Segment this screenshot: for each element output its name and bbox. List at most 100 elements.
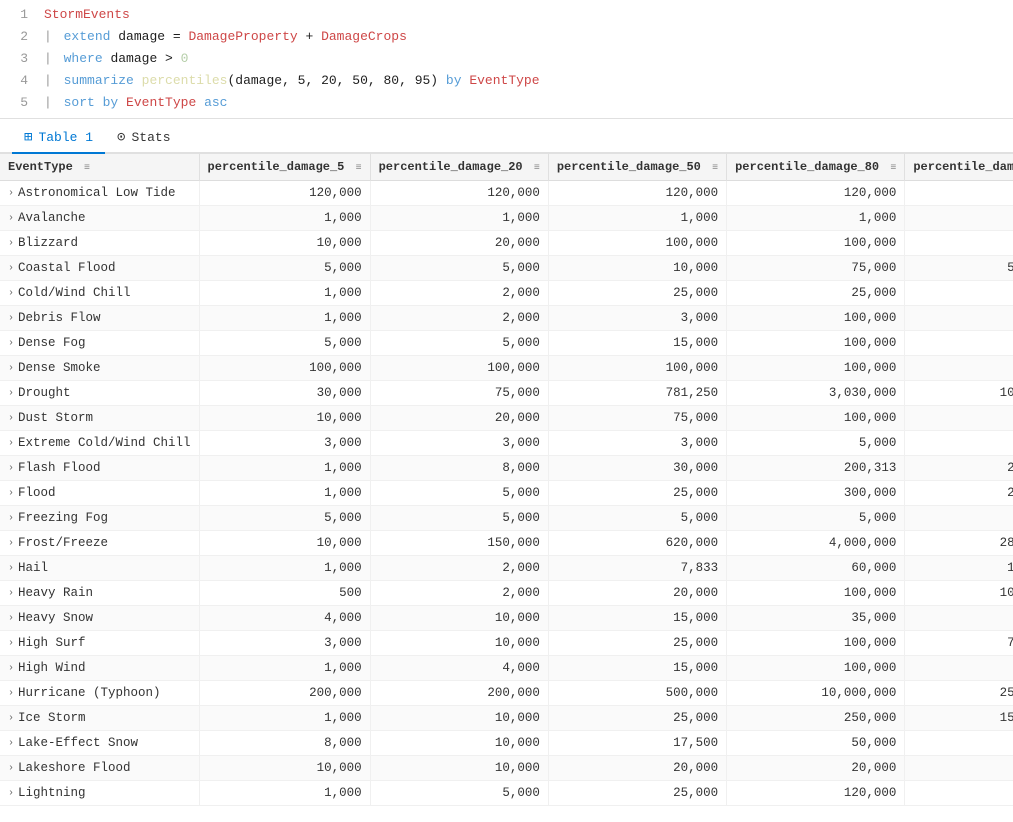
table-row[interactable]: ›Avalanche1,0001,0001,0001,0001,000	[0, 206, 1013, 231]
expand-arrow[interactable]: ›	[8, 413, 14, 424]
cell-p20: 120,000	[370, 181, 548, 206]
expand-arrow[interactable]: ›	[8, 688, 14, 699]
tab-stats-label: Stats	[131, 130, 170, 145]
table-row[interactable]: ›Ice Storm1,00010,00025,000250,00015,000…	[0, 706, 1013, 731]
cell-p95: 10,000,000	[905, 381, 1013, 406]
cell-p20: 5,000	[370, 781, 548, 806]
col-header-eventtype[interactable]: EventType ≡	[0, 154, 199, 181]
tab-stats[interactable]: ⊙ Stats	[105, 125, 182, 154]
expand-arrow[interactable]: ›	[8, 488, 14, 499]
col-header-p80[interactable]: percentile_damage_80 ≡	[727, 154, 905, 181]
table-row[interactable]: ›High Surf3,00010,00025,000100,0007,000,…	[0, 631, 1013, 656]
col-header-p5[interactable]: percentile_damage_5 ≡	[199, 154, 370, 181]
cell-p80: 10,000,000	[727, 681, 905, 706]
expand-arrow[interactable]: ›	[8, 563, 14, 574]
table-row[interactable]: ›Frost/Freeze10,000150,000620,0004,000,0…	[0, 531, 1013, 556]
cell-p5: 1,000	[199, 206, 370, 231]
cell-p95: 15,000,000	[905, 706, 1013, 731]
expand-arrow[interactable]: ›	[8, 738, 14, 749]
col-header-p50[interactable]: percentile_damage_50 ≡	[548, 154, 726, 181]
expand-arrow[interactable]: ›	[8, 263, 14, 274]
expand-arrow[interactable]: ›	[8, 238, 14, 249]
cell-p80: 100,000	[727, 306, 905, 331]
expand-arrow[interactable]: ›	[8, 663, 14, 674]
col-header-p20[interactable]: percentile_damage_20 ≡	[370, 154, 548, 181]
table-row[interactable]: ›Debris Flow1,0002,0003,000100,000750,00…	[0, 306, 1013, 331]
cell-p20: 2,000	[370, 306, 548, 331]
results-table: EventType ≡ percentile_damage_5 ≡ percen…	[0, 154, 1013, 806]
cell-eventtype: ›Dense Fog	[0, 331, 199, 356]
expand-arrow[interactable]: ›	[8, 288, 14, 299]
cell-p20: 4,000	[370, 656, 548, 681]
table-row[interactable]: ›Drought30,00075,000781,2503,030,00010,0…	[0, 381, 1013, 406]
col-label-p95: percentile_damage_95	[913, 160, 1013, 174]
table-row[interactable]: ›Blizzard10,00020,000100,000100,000100,0…	[0, 231, 1013, 256]
expand-arrow[interactable]: ›	[8, 188, 14, 199]
tab-table1[interactable]: ⊞ Table 1	[12, 125, 105, 154]
expand-arrow[interactable]: ›	[8, 713, 14, 724]
cell-eventtype: ›Heavy Rain	[0, 581, 199, 606]
expand-arrow[interactable]: ›	[8, 213, 14, 224]
expand-arrow[interactable]: ›	[8, 463, 14, 474]
cell-p80: 75,000	[727, 256, 905, 281]
table-row[interactable]: ›Heavy Snow4,00010,00015,00035,000200,00…	[0, 606, 1013, 631]
cell-p5: 5,000	[199, 506, 370, 531]
table-row[interactable]: ›Dense Fog5,0005,00015,000100,000130,000	[0, 331, 1013, 356]
table-row[interactable]: ›Lightning1,0005,00025,000120,000400,000	[0, 781, 1013, 806]
cell-p5: 1,000	[199, 781, 370, 806]
cell-p50: 1,000	[548, 206, 726, 231]
cell-p5: 5,000	[199, 256, 370, 281]
cell-p50: 25,000	[548, 631, 726, 656]
cell-p95: 5,000	[905, 506, 1013, 531]
expand-arrow[interactable]: ›	[8, 763, 14, 774]
expand-arrow[interactable]: ›	[8, 438, 14, 449]
expand-arrow[interactable]: ›	[8, 613, 14, 624]
cell-p80: 100,000	[727, 631, 905, 656]
col-label-p80: percentile_damage_80	[735, 160, 879, 174]
expand-arrow[interactable]: ›	[8, 363, 14, 374]
col-header-p95[interactable]: percentile_damage_95 ≡	[905, 154, 1013, 181]
table-row[interactable]: ›Lakeshore Flood10,00010,00020,00020,000…	[0, 756, 1013, 781]
expand-arrow[interactable]: ›	[8, 313, 14, 324]
table-row[interactable]: ›Extreme Cold/Wind Chill3,0003,0003,0005…	[0, 431, 1013, 456]
expand-arrow[interactable]: ›	[8, 538, 14, 549]
table-row[interactable]: ›Dust Storm10,00020,00075,000100,000500,…	[0, 406, 1013, 431]
cell-p95: 200,000	[905, 606, 1013, 631]
cell-p80: 250,000	[727, 706, 905, 731]
cell-p5: 1,000	[199, 656, 370, 681]
table-row[interactable]: ›Astronomical Low Tide120,000120,000120,…	[0, 181, 1013, 206]
expand-arrow[interactable]: ›	[8, 788, 14, 799]
cell-p80: 100,000	[727, 406, 905, 431]
table-row[interactable]: ›Dense Smoke100,000100,000100,000100,000…	[0, 356, 1013, 381]
cell-p50: 15,000	[548, 656, 726, 681]
filter-icon-eventtype: ≡	[84, 163, 90, 174]
cell-eventtype: ›Astronomical Low Tide	[0, 181, 199, 206]
cell-p20: 5,000	[370, 481, 548, 506]
cell-p20: 200,000	[370, 681, 548, 706]
expand-arrow[interactable]: ›	[8, 588, 14, 599]
table-row[interactable]: ›Cold/Wind Chill1,0002,00025,00025,00010…	[0, 281, 1013, 306]
code-line-1: 1 StormEvents	[0, 4, 1013, 26]
table-row[interactable]: ›Freezing Fog5,0005,0005,0005,0005,000	[0, 506, 1013, 531]
expand-arrow[interactable]: ›	[8, 513, 14, 524]
cell-p5: 1,000	[199, 556, 370, 581]
cell-p80: 120,000	[727, 781, 905, 806]
cell-p20: 20,000	[370, 231, 548, 256]
table-row[interactable]: ›Coastal Flood5,0005,00010,00075,0005,00…	[0, 256, 1013, 281]
table-row[interactable]: ›High Wind1,0004,00015,000100,000500,000	[0, 656, 1013, 681]
cell-p80: 100,000	[727, 356, 905, 381]
cell-eventtype: ›Avalanche	[0, 206, 199, 231]
table-row[interactable]: ›Flash Flood1,0008,00030,000200,3132,000…	[0, 456, 1013, 481]
expand-arrow[interactable]: ›	[8, 388, 14, 399]
table-row[interactable]: ›Lake-Effect Snow8,00010,00017,50050,000…	[0, 731, 1013, 756]
table-row[interactable]: ›Hurricane (Typhoon)200,000200,000500,00…	[0, 681, 1013, 706]
table-row[interactable]: ›Flood1,0005,00025,000300,0002,340,000	[0, 481, 1013, 506]
cell-eventtype: ›Extreme Cold/Wind Chill	[0, 431, 199, 456]
line-number-4: 4	[8, 70, 28, 92]
table-row[interactable]: ›Heavy Rain5002,00020,000100,00010,000,0…	[0, 581, 1013, 606]
expand-arrow[interactable]: ›	[8, 638, 14, 649]
cell-p20: 5,000	[370, 256, 548, 281]
col-label-p20: percentile_damage_20	[379, 160, 523, 174]
table-row[interactable]: ›Hail1,0002,0007,83360,0001,050,000	[0, 556, 1013, 581]
expand-arrow[interactable]: ›	[8, 338, 14, 349]
